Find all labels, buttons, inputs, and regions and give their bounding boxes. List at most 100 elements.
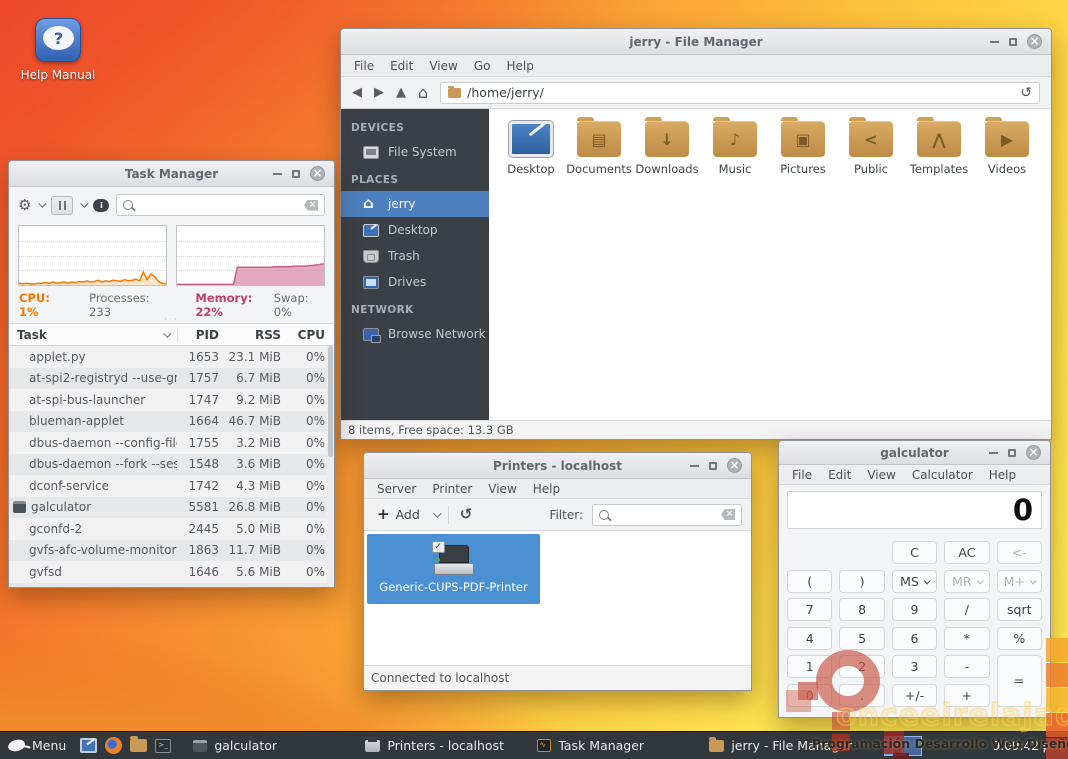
calculator-titlebar[interactable]: galculator (779, 441, 1050, 465)
menu-help[interactable]: Help (499, 57, 540, 75)
home-folder-launcher-icon[interactable] (130, 739, 147, 752)
printers-titlebar[interactable]: Printers - localhost (364, 453, 751, 479)
file-templates[interactable]: ⋀Templates (905, 121, 973, 176)
task-row-dbus-daemon[interactable]: dbus-daemon --config-file=/etc/…17553.2 … (9, 432, 334, 454)
taskbar-window-jerry-file-manager[interactable]: jerry - File Manager (703, 734, 871, 758)
column-pid[interactable]: PID (177, 328, 219, 342)
file-manager-titlebar[interactable]: jerry - File Manager (341, 29, 1051, 55)
gear-icon[interactable]: ⚙ (18, 198, 31, 213)
calc-btn-([interactable]: ( (787, 570, 832, 593)
menu-go[interactable]: Go (467, 57, 498, 75)
maximize-icon[interactable] (1008, 449, 1016, 457)
chevron-down-icon[interactable] (39, 199, 47, 207)
sidebar-item-jerry[interactable]: jerry (341, 191, 489, 217)
minimize-icon[interactable] (690, 465, 699, 467)
sidebar-item-trash[interactable]: Trash (341, 243, 489, 269)
task-row-blueman-applet[interactable]: blueman-applet166446.7 MiB0% (9, 411, 334, 433)
calc-btn-*[interactable]: * (944, 627, 989, 650)
task-row-dbus-daemon[interactable]: dbus-daemon --fork --session --…15483.6 … (9, 454, 334, 476)
menu-view[interactable]: View (422, 57, 464, 75)
sidebar-item-drives[interactable]: Drives (341, 269, 489, 295)
menu-server[interactable]: Server (370, 480, 423, 498)
close-icon[interactable] (1027, 34, 1042, 49)
maximize-icon[interactable] (709, 462, 717, 470)
calc-btn--[interactable]: - (944, 655, 989, 678)
info-bubble-icon[interactable] (93, 199, 109, 212)
menu-view[interactable]: View (481, 480, 523, 498)
calc-btn-4[interactable]: 4 (787, 627, 832, 650)
task-row-at-spi-bus-launcher[interactable]: at-spi-bus-launcher17479.2 MiB0% (9, 389, 334, 411)
maximize-icon[interactable] (1009, 38, 1017, 46)
calc-btn-C[interactable]: C (892, 541, 937, 564)
minimize-icon[interactable] (990, 41, 999, 43)
calc-btn-8[interactable]: 8 (839, 598, 884, 621)
scrollbar[interactable] (327, 346, 334, 587)
printer-item-selected[interactable]: ✓ Generic-CUPS-PDF-Printer (367, 534, 540, 604)
back-icon[interactable]: ◀ (352, 86, 362, 99)
maximize-icon[interactable] (292, 170, 300, 178)
close-icon[interactable] (1026, 445, 1041, 460)
firefox-launcher-icon[interactable] (105, 737, 122, 754)
menu-file[interactable]: File (785, 466, 819, 484)
task-row-galculator[interactable]: galculator558126.8 MiB0% (9, 497, 334, 519)
reload-icon[interactable]: ↺ (1020, 86, 1032, 100)
terminal-launcher-icon[interactable] (155, 739, 171, 753)
column-cpu[interactable]: CPU (281, 328, 325, 342)
calc-btn-sqrt[interactable]: sqrt (997, 598, 1042, 621)
menu-edit[interactable]: Edit (383, 57, 420, 75)
close-icon[interactable] (310, 166, 325, 181)
file-pictures[interactable]: ▣Pictures (769, 121, 837, 176)
menu-calculator[interactable]: Calculator (905, 466, 980, 484)
panel-toggle-button[interactable] (51, 196, 73, 215)
calc-btn-MS[interactable]: MS (892, 570, 937, 593)
path-bar[interactable]: /home/jerry/ ↺ (440, 82, 1040, 104)
file-documents[interactable]: ▤Documents (565, 121, 633, 176)
close-icon[interactable] (727, 458, 742, 473)
menu-help[interactable]: Help (526, 480, 567, 498)
calc-btn-/[interactable]: / (944, 598, 989, 621)
calc-btn-MR[interactable]: MR (944, 570, 989, 593)
desktop-settings-launcher-icon[interactable] (80, 738, 97, 753)
taskbar-window-printers-localhost[interactable]: Printers - localhost (359, 734, 527, 758)
workspace-2[interactable] (904, 737, 922, 755)
home-icon[interactable]: ⌂ (418, 85, 428, 101)
task-row-at-spi2-registryd[interactable]: at-spi2-registryd --use-gnome-s…17576.7 … (9, 368, 334, 390)
calc-btn-)[interactable]: ) (839, 570, 884, 593)
workspace-1[interactable] (885, 737, 904, 755)
calc-btn-=[interactable]: = (997, 655, 1042, 707)
column-rss[interactable]: RSS (219, 328, 281, 342)
sidebar-item-desktop[interactable]: Desktop (341, 217, 489, 243)
task-row-gvfsd[interactable]: gvfsd16465.6 MiB0% (9, 561, 334, 583)
add-dropdown-chevron-icon[interactable] (433, 509, 441, 517)
calc-btn-3[interactable]: 3 (892, 655, 937, 678)
calc-btn-0[interactable]: 0 (787, 684, 832, 707)
calc-btn-6[interactable]: 6 (892, 627, 937, 650)
sidebar-item-file-system[interactable]: File System (341, 139, 489, 165)
filter-input[interactable] (592, 504, 742, 526)
file-public[interactable]: <Public (837, 121, 905, 176)
clear-search-icon[interactable] (304, 200, 318, 211)
calc-btn-1[interactable]: 1 (787, 655, 832, 678)
taskbar-window-galculator[interactable]: galculator (187, 734, 355, 758)
sidebar-item-browse-network[interactable]: Browse Network (341, 321, 489, 347)
minimize-icon[interactable] (989, 452, 998, 454)
file-music[interactable]: ♪Music (701, 121, 769, 176)
desktop-icon-help-manual[interactable]: ? Help Manual (14, 18, 102, 82)
calc-btn-5[interactable]: 5 (839, 627, 884, 650)
task-row-gvfs-afc-volume-monitor[interactable]: gvfs-afc-volume-monitor186311.7 MiB0% (9, 540, 334, 562)
file-downloads[interactable]: ↓Downloads (633, 121, 701, 176)
calc-btn-9[interactable]: 9 (892, 598, 937, 621)
calc-btn-7[interactable]: 7 (787, 598, 832, 621)
pane-grip[interactable]: ··· (9, 315, 334, 325)
calc-btn-2[interactable]: 2 (839, 655, 884, 678)
file-desktop[interactable]: Desktop (497, 121, 565, 176)
calc-btn-.[interactable]: . (839, 684, 884, 707)
menu-file[interactable]: File (347, 57, 381, 75)
calc-btn-+/-[interactable]: +/- (892, 684, 937, 707)
menu-help[interactable]: Help (982, 466, 1023, 484)
calc-btn-%[interactable]: % (997, 627, 1042, 650)
column-task[interactable]: Task (9, 328, 177, 342)
calc-btn-+[interactable]: + (944, 684, 989, 707)
calc-btn-M+[interactable]: M+ (997, 570, 1042, 593)
file-videos[interactable]: ▶Videos (973, 121, 1041, 176)
